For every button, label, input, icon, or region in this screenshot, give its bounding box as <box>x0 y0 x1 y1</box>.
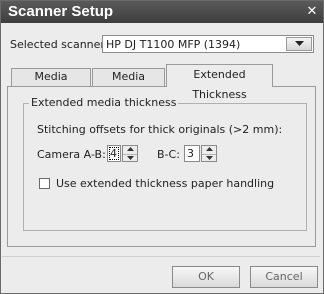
spin-down-icon <box>206 156 213 160</box>
extended-thickness-checkbox[interactable] <box>39 178 50 189</box>
cancel-button[interactable]: Cancel <box>250 266 318 288</box>
spin-up-icon <box>127 147 134 151</box>
scanner-dropdown[interactable]: HP DJ T1100 MFP (1394) <box>102 35 314 53</box>
bc-down-button[interactable] <box>202 154 216 162</box>
tab-media-offsets[interactable]: Media Offsets <box>92 68 165 99</box>
spin-down-icon <box>127 156 134 160</box>
camera-ab-up-button[interactable] <box>123 146 137 153</box>
dropdown-button[interactable] <box>286 37 312 51</box>
camera-ab-label: Camera A-B: <box>37 148 106 161</box>
camera-ab-down-button[interactable] <box>123 154 137 162</box>
camera-ab-spinner[interactable] <box>122 145 138 162</box>
extended-thickness-checkbox-label[interactable]: Use extended thickness paper handling <box>56 177 274 190</box>
bc-label: B-C: <box>157 148 180 161</box>
window-title: Scanner Setup <box>8 3 114 20</box>
bc-up-button[interactable] <box>202 146 216 153</box>
stitching-offsets-label: Stitching offsets for thick originals (>… <box>37 123 283 136</box>
dropdown-arrow-icon <box>295 41 304 46</box>
camera-ab-input[interactable]: 4 <box>107 145 121 162</box>
spin-up-icon <box>206 147 213 151</box>
footer-divider <box>2 256 320 257</box>
close-icon[interactable]: ✕ <box>305 5 319 18</box>
title-bar[interactable]: Scanner Setup ✕ <box>1 1 323 23</box>
tab-label: Extended Thickness <box>192 68 247 101</box>
tab-extended-thickness[interactable]: Extended Thickness <box>166 64 273 101</box>
bc-spinner[interactable] <box>201 145 217 162</box>
selected-scanner-label: Selected scanner: <box>10 38 109 51</box>
groupbox-title: Extended media thickness <box>29 96 179 109</box>
tab-media-handling[interactable]: Media Handling <box>11 68 91 99</box>
bc-input[interactable]: 3 <box>184 145 200 162</box>
scanner-dropdown-value: HP DJ T1100 MFP (1394) <box>106 38 241 51</box>
ok-button[interactable]: OK <box>172 266 240 288</box>
